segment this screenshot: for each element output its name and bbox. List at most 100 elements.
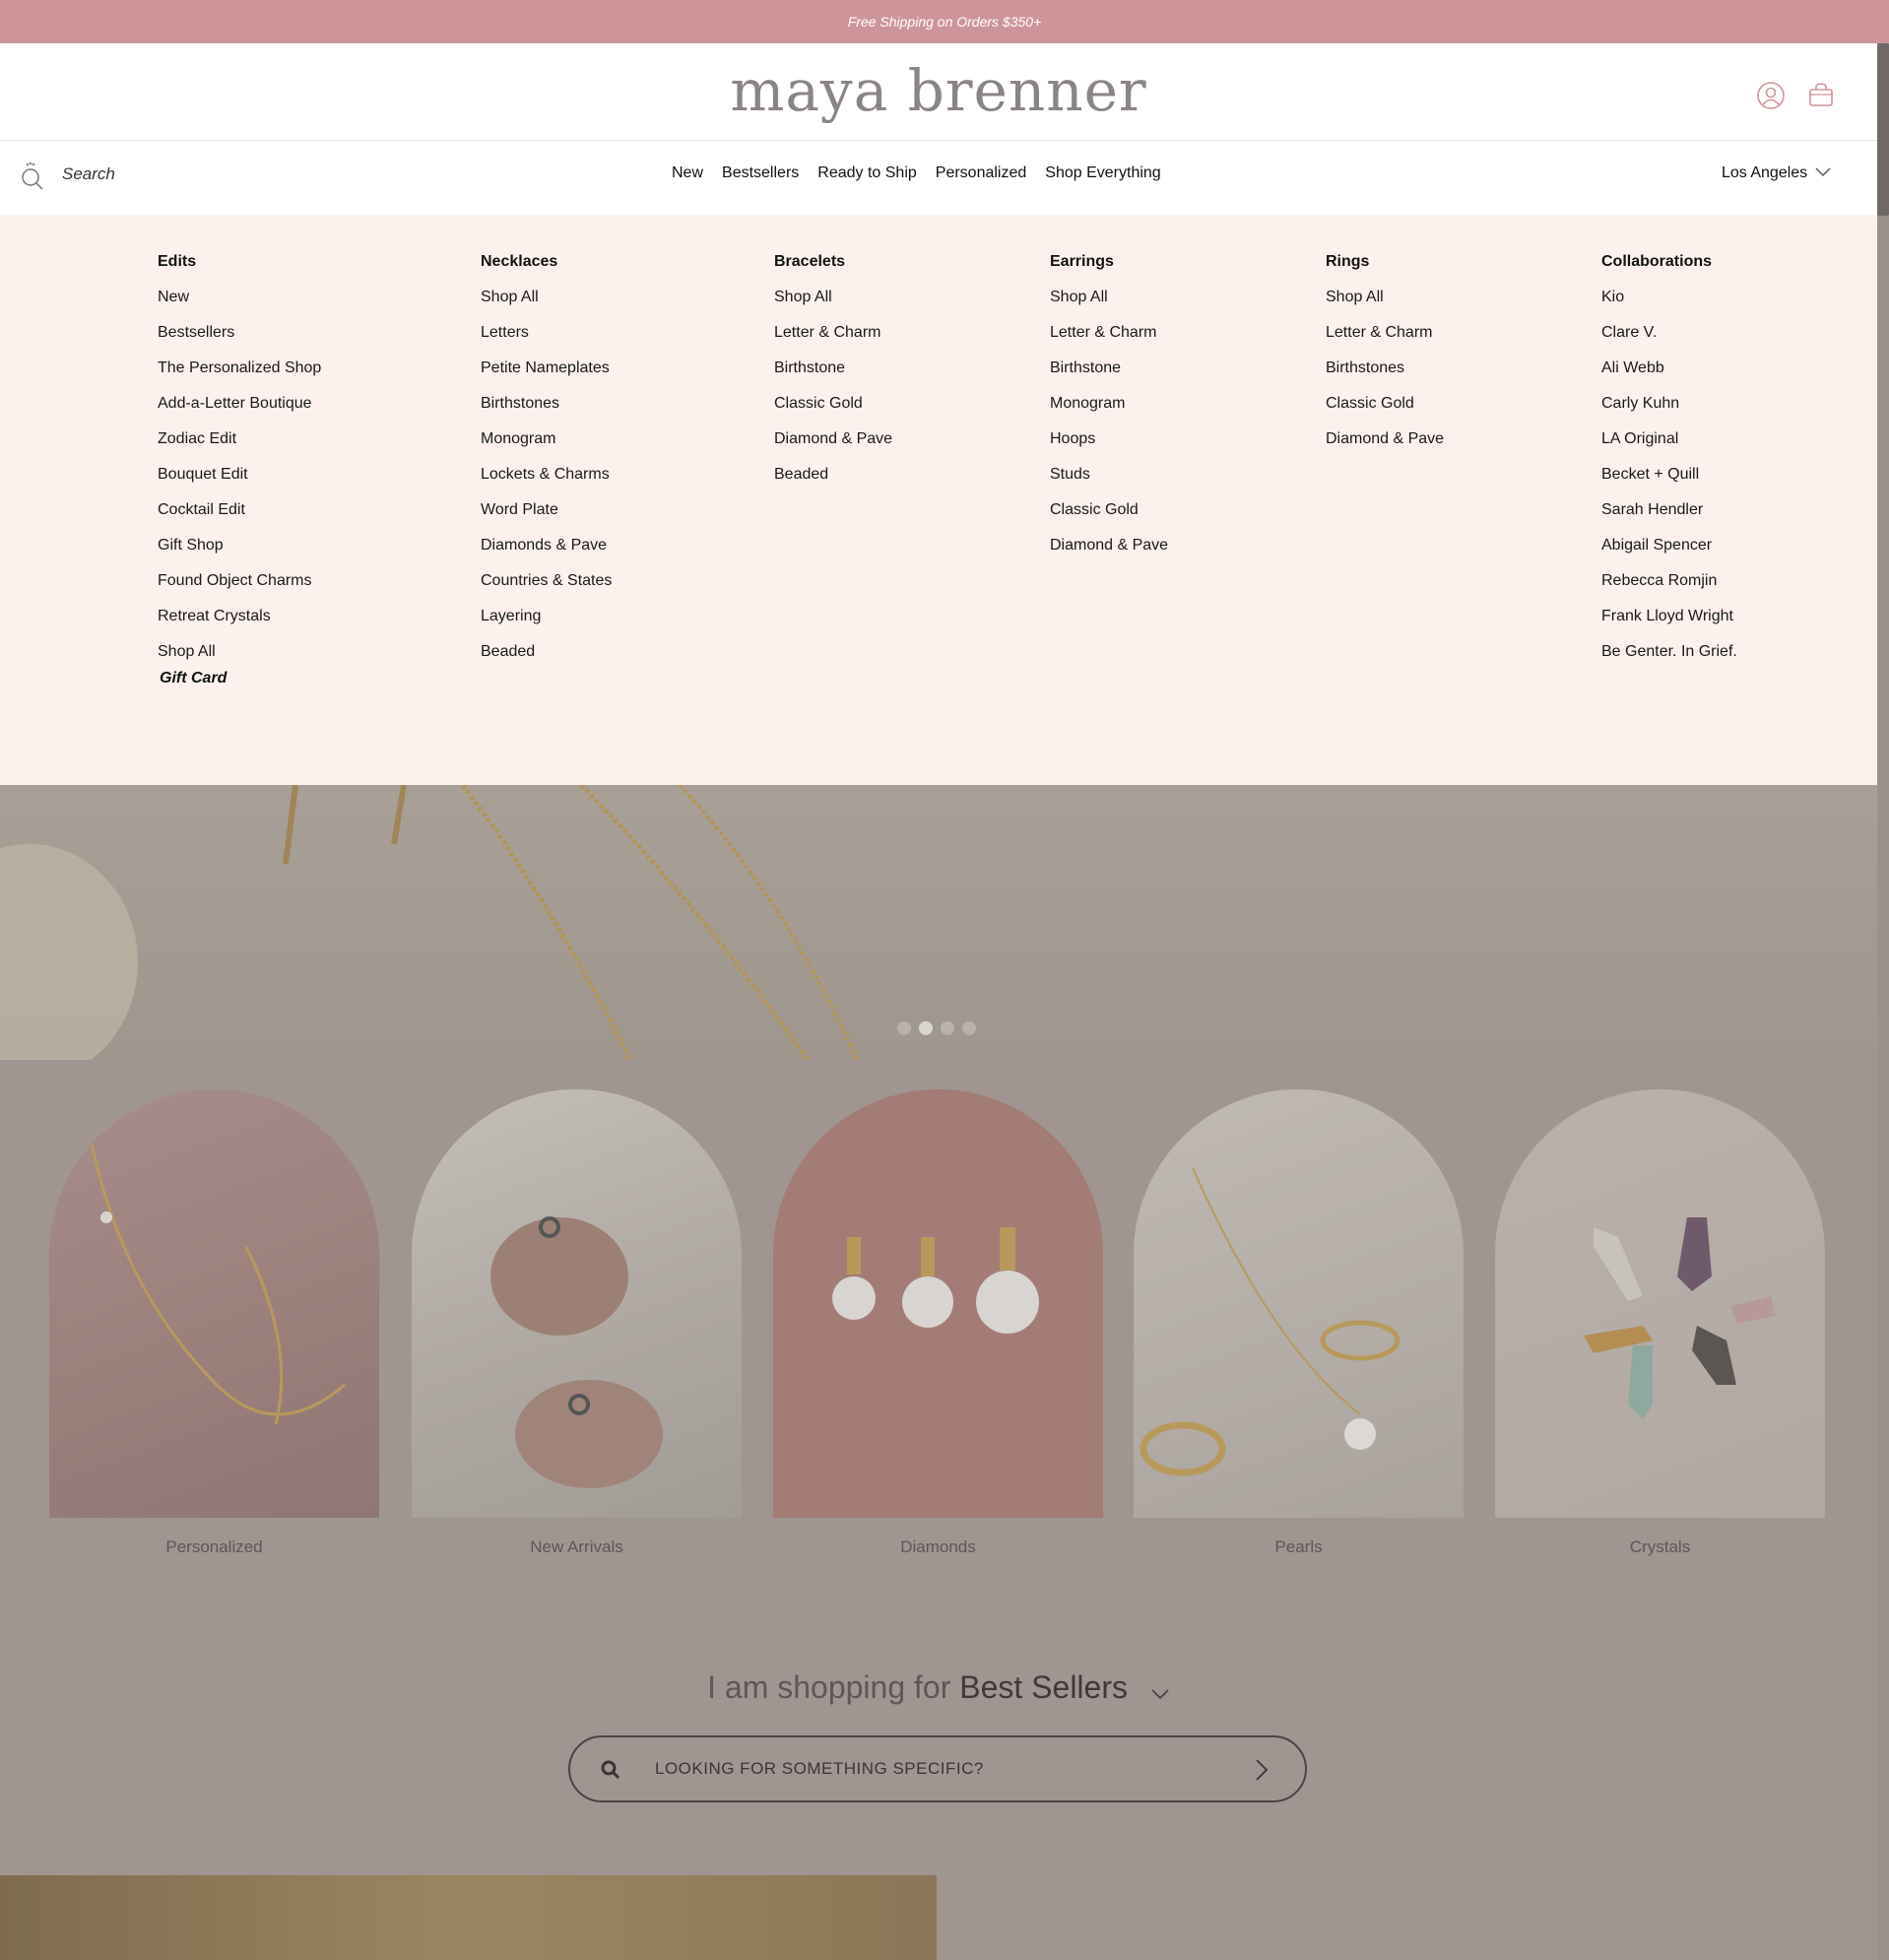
mega-link[interactable]: Add-a-Letter Boutique [158, 394, 321, 429]
category-label[interactable]: Personalized [49, 1537, 379, 1557]
chevron-down-icon[interactable] [1150, 1671, 1170, 1708]
mega-link[interactable]: Letters [481, 323, 612, 359]
category-card-new-arrivals[interactable] [412, 1089, 742, 1518]
chevron-down-icon [1815, 164, 1831, 182]
mega-link[interactable]: Hoops [1050, 429, 1168, 465]
mega-link[interactable]: Diamond & Pave [1326, 429, 1444, 465]
mega-link[interactable]: Beaded [774, 465, 892, 500]
magnifier-icon [600, 1759, 621, 1786]
mega-col-title: Edits [158, 253, 197, 270]
promo-text: Free Shipping on Orders $350+ [847, 14, 1042, 30]
mega-link[interactable]: Shop All [1326, 288, 1444, 323]
mega-link[interactable]: Diamonds & Pave [481, 536, 612, 571]
mega-col-earrings: Earrings Shop All Letter & Charm Birthst… [1050, 252, 1168, 571]
mega-col-title: Necklaces [481, 253, 558, 270]
category-card-crystals[interactable] [1495, 1089, 1825, 1518]
mega-col-bracelets: Bracelets Shop All Letter & Charm Births… [774, 252, 892, 500]
shopping-value[interactable]: Best Sellers [959, 1669, 1128, 1705]
category-card-diamonds[interactable] [773, 1089, 1103, 1518]
mega-link[interactable]: Carly Kuhn [1601, 394, 1737, 429]
mega-link[interactable]: Found Object Charms [158, 571, 321, 607]
nav-shop-everything[interactable]: Shop Everything [1045, 164, 1160, 182]
scrollbar-track[interactable] [1877, 43, 1889, 1960]
mega-link[interactable]: Clare V. [1601, 323, 1737, 359]
mega-link[interactable]: Diamond & Pave [774, 429, 892, 465]
mega-link[interactable]: New [158, 288, 321, 323]
mega-link[interactable]: Sarah Hendler [1601, 500, 1737, 536]
mega-link[interactable]: Birthstone [774, 359, 892, 394]
mega-link[interactable]: Birthstone [1050, 359, 1168, 394]
site-header: maya brenner [0, 43, 1877, 141]
mega-link[interactable]: Shop All [481, 288, 612, 323]
mega-link[interactable]: Monogram [481, 429, 612, 465]
mega-link[interactable]: Classic Gold [774, 394, 892, 429]
specific-search-bar[interactable]: LOOKING FOR SOMETHING SPECIFIC? [568, 1735, 1307, 1802]
nav-new[interactable]: New [672, 164, 703, 182]
mega-link[interactable]: Letter & Charm [1326, 323, 1444, 359]
mega-col-rings: Rings Shop All Letter & Charm Birthstone… [1326, 252, 1444, 465]
carousel-dot-active[interactable] [919, 1021, 933, 1035]
mega-link[interactable]: Rebecca Romjin [1601, 571, 1737, 607]
hero-carousel[interactable] [0, 785, 1877, 1060]
specific-search-text: LOOKING FOR SOMETHING SPECIFIC? [655, 1759, 984, 1778]
arrow-right-icon[interactable] [1255, 1758, 1269, 1787]
category-label[interactable]: Diamonds [773, 1537, 1103, 1557]
category-card-personalized[interactable] [49, 1089, 379, 1518]
mega-link[interactable]: Ali Webb [1601, 359, 1737, 394]
mega-link[interactable]: Letter & Charm [1050, 323, 1168, 359]
mega-link[interactable]: Shop All [774, 288, 892, 323]
mega-link[interactable]: Studs [1050, 465, 1168, 500]
mega-link[interactable]: Countries & States [481, 571, 612, 607]
mega-link[interactable]: Word Plate [481, 500, 612, 536]
mega-link[interactable]: Zodiac Edit [158, 429, 321, 465]
mega-link[interactable]: Beaded [481, 642, 612, 678]
mega-link[interactable]: Abigail Spencer [1601, 536, 1737, 571]
site-logo[interactable]: maya brenner [0, 62, 1877, 119]
mega-link[interactable]: Shop All [1050, 288, 1168, 323]
mega-link[interactable]: Lockets & Charms [481, 465, 612, 500]
nav-bestsellers[interactable]: Bestsellers [722, 164, 799, 182]
main-nav: Search New Bestsellers Ready to Ship Per… [0, 141, 1877, 215]
search-input[interactable]: Search [62, 164, 115, 184]
mega-link[interactable]: Classic Gold [1326, 394, 1444, 429]
shopping-prefix: I am shopping for [707, 1669, 951, 1705]
mega-link[interactable]: Bouquet Edit [158, 465, 321, 500]
carousel-dot[interactable] [962, 1021, 976, 1035]
mega-menu: Edits New Bestsellers The Personalized S… [0, 215, 1889, 785]
mega-link[interactable]: Bestsellers [158, 323, 321, 359]
carousel-dots [897, 1021, 976, 1035]
nav-personalized[interactable]: Personalized [936, 164, 1027, 182]
carousel-dot[interactable] [941, 1021, 954, 1035]
search-icon[interactable] [20, 161, 45, 190]
category-label[interactable]: Crystals [1495, 1537, 1825, 1557]
mega-link[interactable]: Cocktail Edit [158, 500, 321, 536]
mega-col-title: Collaborations [1601, 253, 1713, 270]
mega-link[interactable]: LA Original [1601, 429, 1737, 465]
mega-link[interactable]: Becket + Quill [1601, 465, 1737, 500]
shopping-bag-icon[interactable] [1806, 81, 1836, 110]
mega-link[interactable]: Retreat Crystals [158, 607, 321, 642]
mega-link[interactable]: Frank Lloyd Wright [1601, 607, 1737, 642]
mega-link[interactable]: Layering [481, 607, 612, 642]
mega-link[interactable]: Gift Shop [158, 536, 321, 571]
category-card-pearls[interactable] [1134, 1089, 1464, 1518]
account-icon[interactable] [1756, 81, 1786, 110]
mega-link[interactable]: Kio [1601, 288, 1737, 323]
mega-link[interactable]: Petite Nameplates [481, 359, 612, 394]
mega-link[interactable]: Monogram [1050, 394, 1168, 429]
nav-ready-to-ship[interactable]: Ready to Ship [817, 164, 917, 182]
mega-link[interactable]: Birthstones [481, 394, 612, 429]
location-selector[interactable]: Los Angeles [1722, 164, 1831, 182]
scrollbar-thumb[interactable] [1877, 43, 1889, 216]
mega-link[interactable]: Be Genter. In Grief. [1601, 642, 1737, 678]
category-label[interactable]: New Arrivals [412, 1537, 742, 1557]
mega-link[interactable]: The Personalized Shop [158, 359, 321, 394]
shopping-for-selector: I am shopping for Best Sellers [0, 1669, 1877, 1708]
mega-link[interactable]: Letter & Charm [774, 323, 892, 359]
mega-link[interactable]: Classic Gold [1050, 500, 1168, 536]
mega-link[interactable]: Diamond & Pave [1050, 536, 1168, 571]
mega-link[interactable]: Birthstones [1326, 359, 1444, 394]
gift-card-link[interactable]: Gift Card [160, 670, 321, 687]
category-label[interactable]: Pearls [1134, 1537, 1464, 1557]
carousel-dot[interactable] [897, 1021, 911, 1035]
